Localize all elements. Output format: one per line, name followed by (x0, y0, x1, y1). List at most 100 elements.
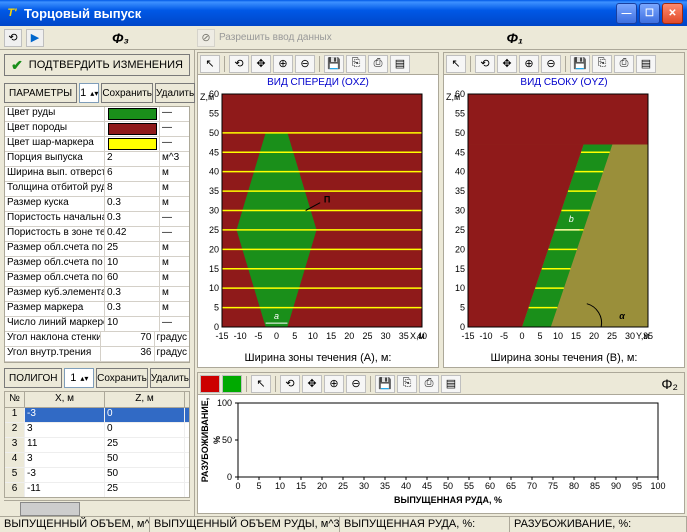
param-row[interactable]: Размер обл.счета по Z60м (5, 272, 189, 287)
param-row[interactable]: Угол наклона стенки70градус (5, 332, 189, 347)
param-row[interactable]: Ширина вып. отверстия6м (5, 167, 189, 182)
move-icon[interactable]: ✥ (302, 375, 322, 393)
table-row[interactable]: 6-1125 (5, 483, 189, 498)
print-icon[interactable]: ⎙ (614, 55, 634, 73)
svg-text:-5: -5 (254, 331, 262, 341)
param-row[interactable]: Размер обл.счета по Y10м (5, 257, 189, 272)
param-row[interactable]: Размер куб.элемента0.3м (5, 287, 189, 302)
svg-text:55: 55 (209, 108, 219, 118)
phi3-label: Φ₃ (112, 30, 129, 46)
print-icon[interactable]: ⎙ (419, 375, 439, 393)
param-row[interactable]: Пористость в зоне теч.0.42— (5, 227, 189, 242)
disabled-btn-label: Разрешить ввод данных (219, 32, 332, 43)
red-marker-icon[interactable] (200, 375, 220, 393)
param-row[interactable]: Угол внутр.трения36градус (5, 347, 189, 362)
param-row[interactable]: Размер маркера0.3м (5, 302, 189, 317)
pointer-icon[interactable]: ↖ (446, 55, 466, 73)
svg-text:45: 45 (209, 147, 219, 157)
minimize-button[interactable]: — (616, 3, 637, 24)
copy-icon[interactable]: ⎘ (346, 55, 366, 73)
polygon-save-button[interactable]: Сохранить (96, 368, 148, 388)
refresh-icon[interactable]: ⟲ (229, 55, 249, 73)
refresh-icon[interactable]: ⟲ (280, 375, 300, 393)
param-row[interactable]: Цвет руды— (5, 107, 189, 122)
tool-btn-2[interactable]: ▶ (26, 29, 44, 47)
svg-text:50: 50 (222, 435, 232, 445)
svg-text:П: П (324, 195, 330, 205)
maximize-button[interactable]: ☐ (639, 3, 660, 24)
zoom-in-icon[interactable]: ⊕ (519, 55, 539, 73)
param-row[interactable]: Толщина отбитой руды8м (5, 182, 189, 197)
save-icon[interactable]: 💾 (324, 55, 344, 73)
copy-icon[interactable]: ⎘ (592, 55, 612, 73)
zoom-in-icon[interactable]: ⊕ (324, 375, 344, 393)
svg-text:30: 30 (359, 481, 369, 491)
move-icon[interactable]: ✥ (497, 55, 517, 73)
pointer-icon[interactable]: ↖ (200, 55, 220, 73)
svg-text:20: 20 (209, 244, 219, 254)
param-row[interactable]: Пористость начальная0.3— (5, 212, 189, 227)
svg-text:a: a (274, 311, 279, 321)
print-icon[interactable]: ⎙ (368, 55, 388, 73)
disabled-btn-icon: ⊘ (197, 29, 215, 47)
zoom-out-icon[interactable]: ⊖ (541, 55, 561, 73)
polygon-spinner[interactable]: 1▴▾ (64, 368, 94, 388)
settings-icon[interactable]: ▤ (390, 55, 410, 73)
svg-text:50: 50 (455, 128, 465, 138)
chart3-toolbar: ↖ ⟲ ✥ ⊕ ⊖ 💾 ⎘ ⎙ ▤ Φ₂ (198, 373, 684, 395)
status-dilution: РАЗУБОЖИВАНИЕ, %: (510, 517, 687, 532)
zoom-in-icon[interactable]: ⊕ (273, 55, 293, 73)
save-icon[interactable]: 💾 (375, 375, 395, 393)
confirm-label: ПОДТВЕРДИТЬ ИЗМЕНЕНИЯ (29, 59, 183, 71)
polygon-delete-button[interactable]: Удалить (150, 368, 190, 388)
settings-icon[interactable]: ▤ (441, 375, 461, 393)
svg-text:15: 15 (326, 331, 336, 341)
svg-text:40: 40 (401, 481, 411, 491)
green-marker-icon[interactable] (222, 375, 242, 393)
table-row[interactable]: 1-30 (5, 408, 189, 423)
horizontal-scrollbar[interactable] (4, 500, 190, 516)
param-row[interactable]: Цвет шар-маркера— (5, 137, 189, 152)
tool-btn-1[interactable]: ⟲ (4, 29, 22, 47)
param-row[interactable]: Размер обл.счета по X25м (5, 242, 189, 257)
param-row[interactable]: Порция выпуска2м^3 (5, 152, 189, 167)
poly-hdr-n: № (5, 392, 25, 407)
move-icon[interactable]: ✥ (251, 55, 271, 73)
svg-text:15: 15 (571, 331, 581, 341)
params-table: Цвет руды—Цвет породы—Цвет шар-маркера—П… (4, 106, 190, 363)
svg-text:95: 95 (632, 481, 642, 491)
close-button[interactable]: ✕ (662, 3, 683, 24)
params-spinner[interactable]: 1▴▾ (79, 83, 99, 103)
copy-icon[interactable]: ⎘ (397, 375, 417, 393)
zoom-out-icon[interactable]: ⊖ (346, 375, 366, 393)
zoom-out-icon[interactable]: ⊖ (295, 55, 315, 73)
confirm-button[interactable]: ✔ ПОДТВЕРДИТЬ ИЗМЕНЕНИЯ (4, 54, 190, 76)
settings-icon[interactable]: ▤ (636, 55, 656, 73)
status-ore-volume: ВЫПУЩЕННЫЙ ОБЪЕМ РУДЫ, м^3: (150, 517, 340, 532)
param-row[interactable]: Размер куска0.3м (5, 197, 189, 212)
params-save-button[interactable]: Сохранить (101, 83, 153, 103)
table-row[interactable]: 230 (5, 423, 189, 438)
svg-text:X,м: X,м (410, 331, 425, 341)
svg-text:100: 100 (650, 481, 665, 491)
svg-text:80: 80 (569, 481, 579, 491)
svg-text:%: % (212, 436, 222, 444)
pointer-icon[interactable]: ↖ (251, 375, 271, 393)
param-row[interactable]: Цвет породы— (5, 122, 189, 137)
svg-text:30: 30 (209, 206, 219, 216)
polygon-table[interactable]: № X, м Z, м 1-302303112543505-3506-11257… (4, 391, 190, 498)
table-row[interactable]: 31125 (5, 438, 189, 453)
params-delete-button[interactable]: Удалить (155, 83, 195, 103)
svg-text:0: 0 (519, 331, 524, 341)
param-row[interactable]: Число линий маркеров10— (5, 317, 189, 332)
svg-text:10: 10 (455, 283, 465, 293)
svg-text:ВЫПУЩЕННАЯ РУДА, %: ВЫПУЩЕННАЯ РУДА, % (394, 495, 502, 505)
svg-text:0: 0 (235, 481, 240, 491)
table-row[interactable]: 5-350 (5, 468, 189, 483)
save-icon[interactable]: 💾 (570, 55, 590, 73)
svg-text:45: 45 (422, 481, 432, 491)
svg-text:25: 25 (338, 481, 348, 491)
table-row[interactable]: 4350 (5, 453, 189, 468)
refresh-icon[interactable]: ⟲ (475, 55, 495, 73)
svg-text:100: 100 (217, 398, 232, 408)
